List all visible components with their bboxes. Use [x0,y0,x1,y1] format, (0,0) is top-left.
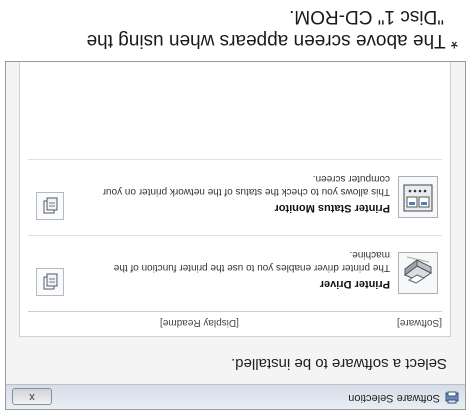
footnote-line-1: * The above screen appears when using th… [86,30,458,51]
status-monitor-icon [398,176,438,218]
item-description: This allows you to check the status of t… [102,173,390,197]
title-bar: Software Selection x [6,384,465,409]
item-title: Printer Driver [319,278,390,290]
software-column-label: [Software] [396,317,442,328]
software-list-panel: [Software] [Display Readme] Printer Driv… [19,61,451,337]
close-icon: x [29,391,35,403]
display-readme-button-printer-driver[interactable] [36,268,64,296]
readme-document-icon [43,197,58,214]
close-button[interactable]: x [12,388,52,405]
list-item-printer-driver[interactable]: Printer Driver The printer driver enable… [28,235,442,308]
window-title: Software Selection [348,392,440,404]
item-description: The printer driver enables you to use th… [113,249,390,273]
header-divider [28,311,442,312]
list-item-printer-status-monitor[interactable]: Printer Status Monitor This allows you t… [28,159,442,232]
software-selection-window: Software Selection x Select a software t… [5,61,466,410]
app-icon [445,391,459,404]
display-readme-button-printer-status-monitor[interactable] [36,192,64,220]
footnote-line-2: "Disc 1" CD-ROM. [289,6,444,27]
printer-driver-icon [398,252,438,294]
footnote-caption: * The above screen appears when using th… [8,4,458,52]
page-heading: Select a software to be installed. [231,355,447,372]
item-title: Printer Status Monitor [274,202,390,214]
rotated-screenshot: Software Selection x Select a software t… [0,0,472,414]
readme-document-icon [43,273,58,290]
display-readme-column-label: [Display Readme] [160,317,239,328]
